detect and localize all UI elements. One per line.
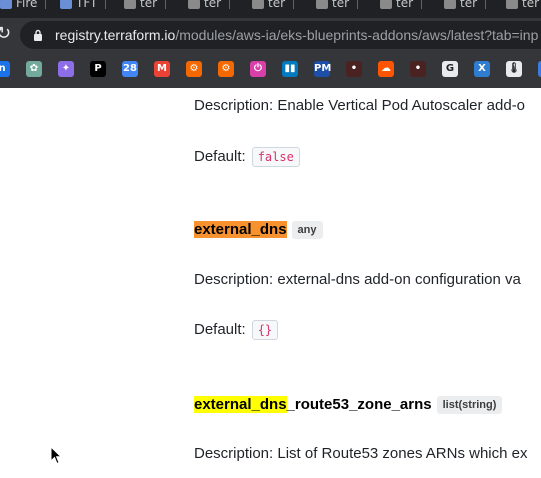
p-app-icon[interactable]: P <box>90 61 106 77</box>
variable-external-dns: external_dns any <box>194 220 323 240</box>
type-badge: any <box>291 221 323 239</box>
thermometer-icon[interactable]: 🌡 <box>506 61 522 77</box>
grafana-icon[interactable]: ⚙ <box>218 61 234 77</box>
vpa-default: Default: false <box>194 147 300 168</box>
navigation-bar: ↻ registry.terraform.io/modules/aws-ia/e… <box>0 18 541 52</box>
browser-tab[interactable]: ter <box>188 0 231 10</box>
tab-strip: Fire TFT ter ter ter ter ter ter ter <box>0 0 541 18</box>
grafana-icon[interactable]: ⚙ <box>186 61 202 77</box>
variable-name: external_dns <box>194 221 287 238</box>
tab-favicon-icon <box>124 0 136 9</box>
browser-tab[interactable]: ter <box>124 0 167 10</box>
tab-favicon-icon <box>252 0 264 9</box>
bookmark-app-icon[interactable]: n <box>0 61 10 77</box>
x-app-icon[interactable]: X <box>474 61 490 77</box>
chatgpt-icon[interactable]: ✿ <box>26 61 42 77</box>
tab-favicon-icon <box>506 0 518 9</box>
default-label: Default: <box>194 321 246 338</box>
url-text[interactable]: registry.terraform.io/modules/aws-ia/eks… <box>55 26 538 44</box>
browser-tab[interactable]: ter <box>316 0 359 10</box>
external-dns-description: Description: external-dns add-on configu… <box>194 271 521 288</box>
soundcloud-icon[interactable]: ☁ <box>378 61 394 77</box>
lock-icon <box>34 29 42 41</box>
browser-tab[interactable]: ter <box>252 0 295 10</box>
browser-chrome: Fire TFT ter ter ter ter ter ter ter ↻ r… <box>0 0 541 88</box>
default-label: Default: <box>194 148 246 165</box>
tab-favicon-icon <box>316 0 328 9</box>
tab-favicon-icon <box>60 0 72 9</box>
pm-app-icon[interactable]: PM <box>314 61 331 77</box>
browser-tab[interactable]: ter <box>380 0 423 10</box>
mouse-cursor-icon <box>50 446 62 465</box>
tab-favicon-icon <box>444 0 456 9</box>
power-icon[interactable]: ⏻ <box>250 61 266 77</box>
external-dns-default: Default: {} <box>194 320 279 341</box>
vpa-description: Description: Enable Vertical Pod Autosca… <box>194 97 526 114</box>
browser-tab[interactable]: Fire <box>0 0 47 10</box>
browser-tab[interactable]: ter <box>506 0 539 10</box>
gmail-icon[interactable]: M <box>154 61 170 77</box>
bookmarks-bar: n✿✦P28M⚙⚙⏻▮▮PM•☁•GX🌡■ <box>0 56 541 84</box>
gemini-icon[interactable]: ✦ <box>58 61 74 77</box>
tab-favicon-icon <box>188 0 200 9</box>
trello-icon[interactable]: ▮▮ <box>282 61 298 77</box>
address-bar[interactable]: registry.terraform.io/modules/aws-ia/eks… <box>20 21 541 49</box>
tab-favicon-icon <box>0 0 12 9</box>
ga-app-icon[interactable]: G <box>442 61 458 77</box>
calendar-icon[interactable]: 28 <box>122 61 138 77</box>
default-value: {} <box>251 320 279 341</box>
variable-name: external_dns_route53_zone_arns <box>194 396 432 413</box>
search-highlight: external_dns <box>194 396 287 413</box>
tab-favicon-icon <box>380 0 392 9</box>
browser-tab[interactable]: ter <box>444 0 487 10</box>
browser-tab[interactable]: TFT <box>60 0 107 10</box>
default-value: false <box>251 147 300 168</box>
bookmark-app-icon[interactable]: • <box>346 61 362 77</box>
zone-arns-description: Description: List of Route53 zones ARNs … <box>194 445 528 462</box>
page-content: Description: Enable Vertical Pod Autosca… <box>0 88 541 478</box>
variable-external-dns-route53-zone-arns: external_dns_route53_zone_arns list(strin… <box>194 395 503 415</box>
reload-icon[interactable]: ↻ <box>0 24 11 44</box>
type-badge: list(string) <box>436 396 503 414</box>
bookmark-app-icon[interactable]: • <box>410 61 426 77</box>
